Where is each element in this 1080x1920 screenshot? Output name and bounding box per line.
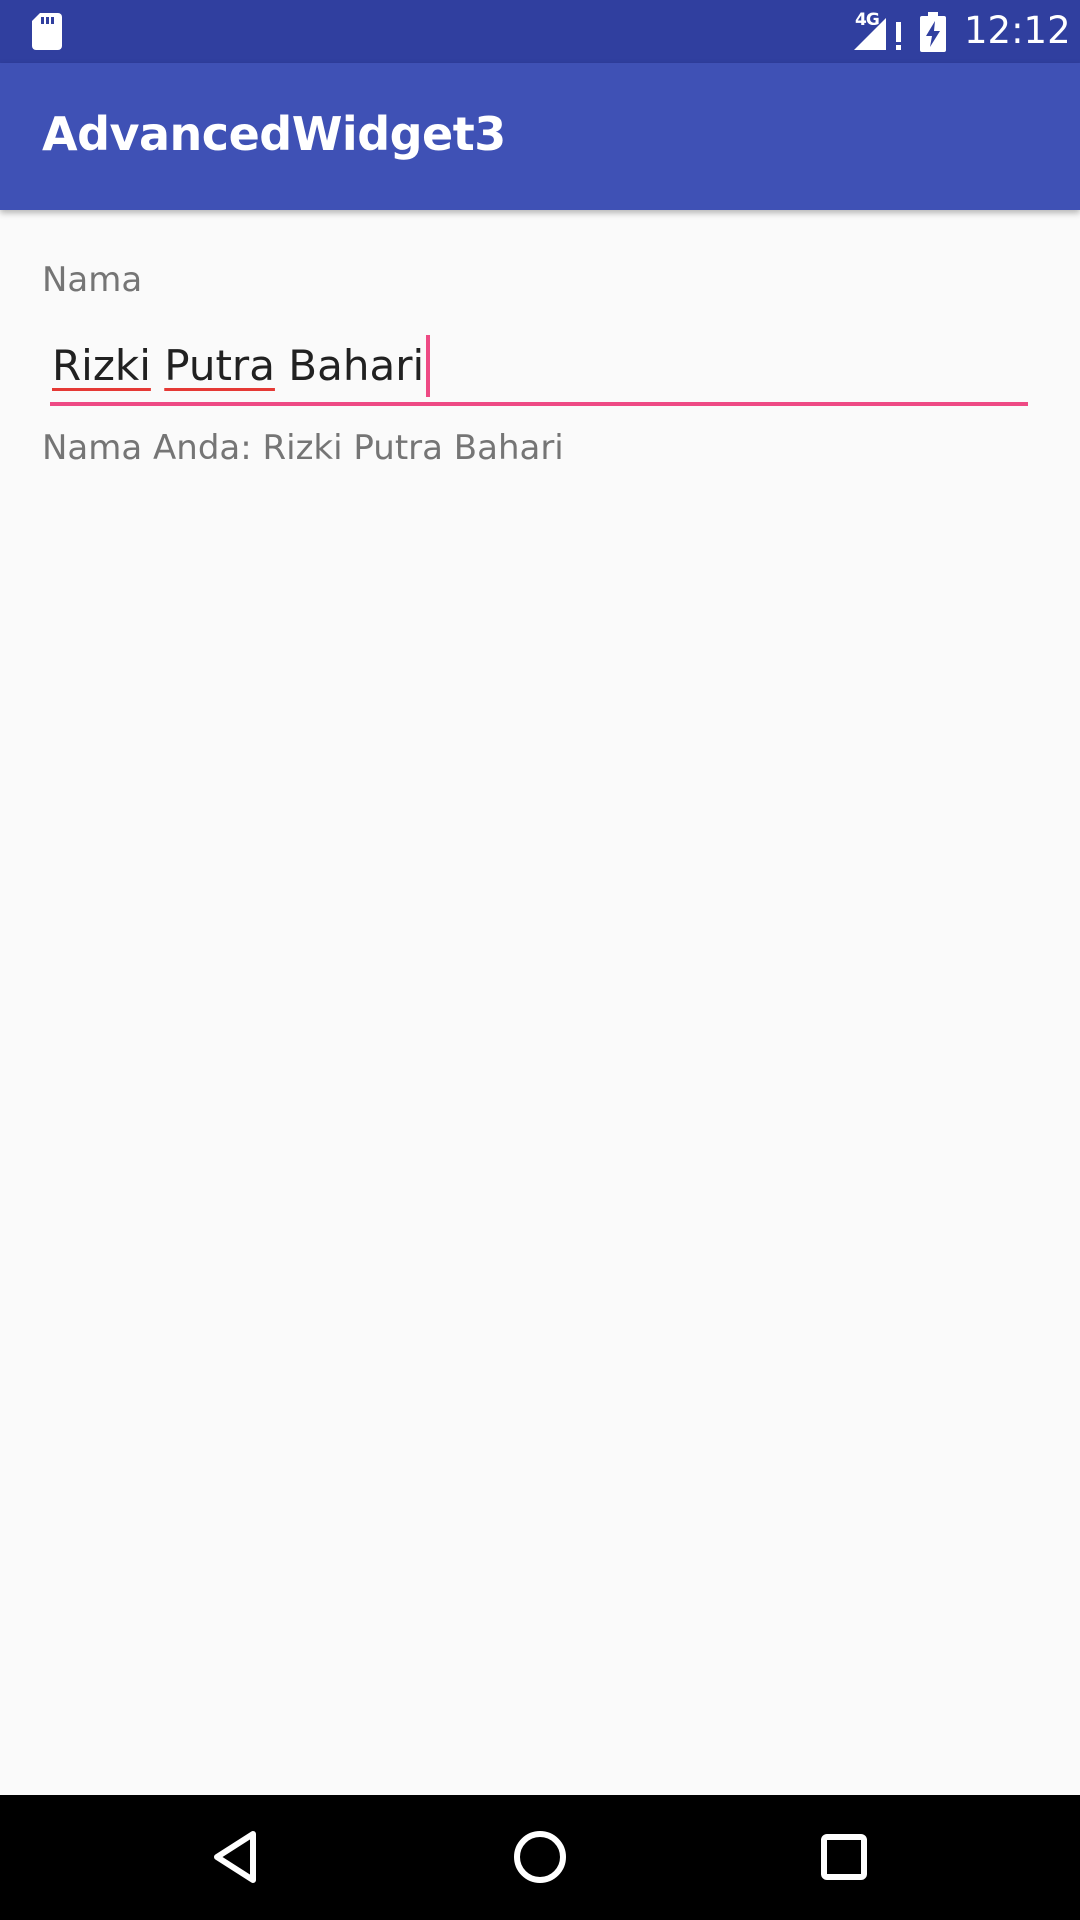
status-bar: 4G 12:12 (0, 0, 1080, 63)
home-button[interactable] (500, 1817, 580, 1897)
navigation-bar (0, 1795, 1080, 1920)
status-clock: 12:12 (964, 9, 1071, 52)
signal-alert-icon (854, 18, 901, 50)
recents-button[interactable] (804, 1817, 884, 1897)
battery-charging-icon (920, 12, 946, 52)
app-screen: 4G 12:12 AdvancedWidget3 Nama Rizki Putr… (0, 0, 1080, 1920)
app-title: AdvancedWidget3 (42, 107, 506, 161)
back-triangle-icon (214, 1831, 256, 1883)
name-label: Nama (42, 260, 143, 300)
home-circle-icon (514, 1831, 566, 1883)
back-button[interactable] (196, 1817, 276, 1897)
name-word-2: Putra (164, 341, 275, 390)
name-word-1: Rizki (52, 341, 151, 390)
app-toolbar: AdvancedWidget3 (0, 63, 1080, 210)
name-word-3: Bahari (288, 341, 425, 390)
name-result-text: Nama Anda: Rizki Putra Bahari (42, 428, 564, 468)
name-input-text: Rizki Putra Bahari (52, 330, 431, 402)
sd-card-icon (32, 13, 62, 50)
text-cursor (426, 334, 431, 397)
recents-square-icon (821, 1834, 867, 1880)
main-content: Nama Rizki Putra Bahari Nama Anda: Rizki… (0, 210, 1080, 1795)
